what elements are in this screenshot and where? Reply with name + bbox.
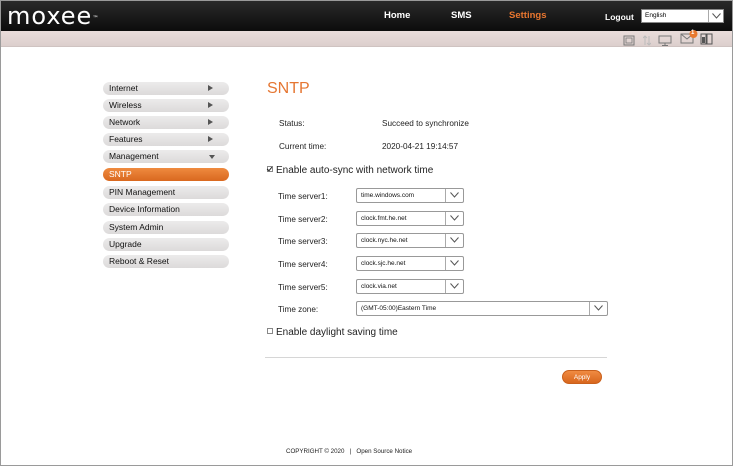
time-server2-value: clock.fmt.he.net (361, 215, 407, 222)
footer: COPYRIGHT © 2020 | Open Source Notice (286, 448, 412, 455)
sidebar-item-features[interactable]: Features (103, 133, 229, 146)
sidebar-item-management[interactable]: Management (103, 150, 229, 163)
time-zone-value: (GMT-05:00)Eastern Time (361, 305, 437, 312)
current-time-label: Current time: (279, 142, 327, 151)
time-zone-select[interactable]: (GMT-05:00)Eastern Time (356, 301, 608, 316)
nav-sms[interactable]: SMS (451, 10, 472, 21)
time-zone-label: Time zone: (278, 305, 319, 314)
chevron-down-icon (445, 234, 463, 247)
time-server1-value: time.windows.com (361, 192, 415, 199)
logo-trademark: ™ (92, 15, 100, 22)
brand-logo: moxee™ (7, 2, 99, 30)
message-count-badge: 1 (691, 30, 695, 36)
sidebar-item-label: Reboot & Reset (109, 256, 170, 266)
logout-link[interactable]: Logout (605, 12, 634, 22)
sidebar-item-device-information[interactable]: Device Information (103, 203, 229, 216)
time-server5-select[interactable]: clock.via.net (356, 279, 464, 294)
chevron-right-icon (208, 136, 213, 142)
sidebar-item-system-admin[interactable]: System Admin (103, 221, 229, 234)
daylight-saving-label: Enable daylight saving time (276, 327, 398, 338)
auto-sync-checkbox[interactable] (267, 166, 273, 173)
time-server3-label: Time server3: (278, 237, 328, 246)
language-value: English (645, 12, 667, 19)
apply-button[interactable]: Apply (562, 370, 602, 384)
chevron-down-icon (708, 10, 723, 22)
sidebar-item-pin-management[interactable]: PIN Management (103, 186, 229, 199)
sidebar-item-upgrade[interactable]: Upgrade (103, 238, 229, 251)
page-title: SNTP (267, 80, 310, 97)
sidebar-item-label: Features (109, 134, 143, 144)
copyright-text: COPYRIGHT © 2020 (286, 448, 345, 455)
sidebar-item-label: Network (109, 117, 141, 127)
logo-text: moxee (7, 2, 93, 30)
sidebar-item-label: Internet (109, 83, 138, 93)
chevron-right-icon (208, 119, 213, 125)
open-source-notice-link[interactable]: Open Source Notice (356, 448, 412, 455)
monitor-icon (658, 33, 672, 51)
time-server4-value: clock.sjc.he.net (361, 260, 406, 267)
sidebar-item-sntp[interactable]: SNTP (103, 168, 229, 181)
auto-sync-row[interactable]: Enable auto-sync with network time (267, 165, 433, 176)
time-server1-select[interactable]: time.windows.com (356, 188, 464, 203)
time-server2-select[interactable]: clock.fmt.he.net (356, 211, 464, 226)
status-bar: 1 (1, 30, 732, 50)
time-server4-select[interactable]: clock.sjc.he.net (356, 256, 464, 271)
signal-arrows-icon (642, 33, 652, 51)
sidebar-item-label: System Admin (109, 222, 164, 232)
battery-icon (700, 32, 713, 50)
sidebar-item-label: Wireless (109, 100, 142, 110)
status-label: Status: (279, 119, 305, 128)
sidebar-item-network[interactable]: Network (103, 116, 229, 129)
status-value: Succeed to synchronize (382, 119, 469, 128)
chevron-right-icon (208, 85, 213, 91)
chevron-down-icon (589, 302, 607, 315)
top-bar: moxee™ Home SMS Settings Logout English (1, 1, 732, 31)
sim-card-icon (623, 33, 635, 51)
message-icon[interactable]: 1 (680, 30, 698, 49)
sidebar-item-label: Device Information (109, 204, 180, 214)
sidebar-item-internet[interactable]: Internet (103, 82, 229, 95)
language-select[interactable]: English (641, 9, 724, 23)
chevron-down-icon (445, 189, 463, 202)
footer-separator: | (349, 448, 352, 455)
time-server3-select[interactable]: clock.nyc.he.net (356, 233, 464, 248)
sidebar-item-label: Upgrade (109, 239, 142, 249)
chevron-down-icon (209, 155, 215, 159)
chevron-down-icon (445, 212, 463, 225)
time-server5-label: Time server5: (278, 283, 328, 292)
time-server3-value: clock.nyc.he.net (361, 237, 408, 244)
time-server5-value: clock.via.net (361, 283, 397, 290)
chevron-right-icon (208, 102, 213, 108)
chevron-down-icon (445, 280, 463, 293)
nav-home[interactable]: Home (384, 10, 410, 21)
sidebar-item-label: PIN Management (109, 187, 176, 197)
chevron-down-icon (445, 257, 463, 270)
sidebar-item-label: SNTP (109, 169, 132, 179)
current-time-value: 2020-04-21 19:14:57 (382, 142, 459, 151)
time-server2-label: Time server2: (278, 215, 328, 224)
time-server1-label: Time server1: (278, 192, 328, 201)
divider (265, 357, 607, 358)
auto-sync-label: Enable auto-sync with network time (276, 165, 434, 176)
sidebar-item-reboot-reset[interactable]: Reboot & Reset (103, 255, 229, 268)
sidebar-item-label: Management (109, 151, 159, 161)
daylight-saving-row[interactable]: Enable daylight saving time (267, 327, 398, 338)
time-server4-label: Time server4: (278, 260, 328, 269)
app-window: moxee™ Home SMS Settings Logout English … (0, 0, 733, 466)
nav-settings[interactable]: Settings (509, 10, 546, 21)
daylight-saving-checkbox[interactable] (267, 328, 273, 335)
sidebar-item-wireless[interactable]: Wireless (103, 99, 229, 112)
